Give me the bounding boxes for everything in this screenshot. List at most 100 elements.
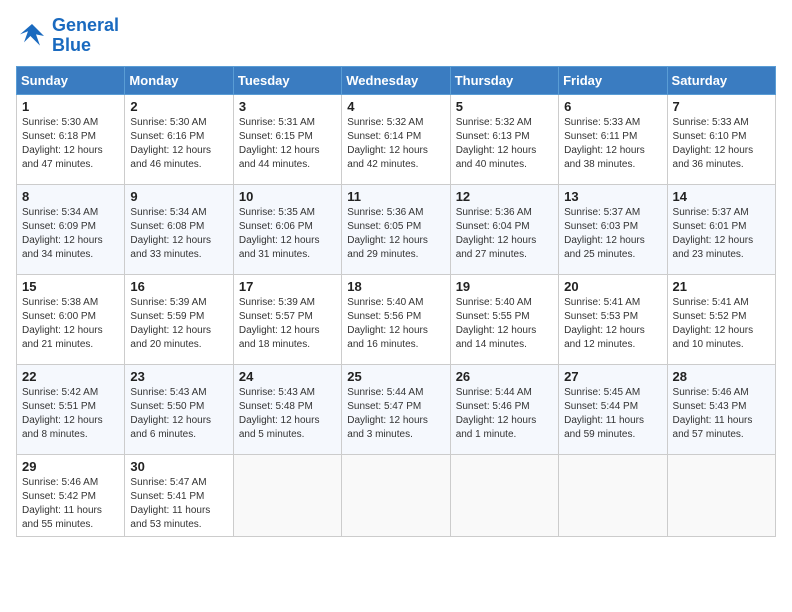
calendar-cell	[559, 454, 667, 536]
calendar-cell: 26 Sunrise: 5:44 AMSunset: 5:46 PMDayligh…	[450, 364, 558, 454]
day-number: 6	[564, 99, 661, 114]
calendar-cell: 28 Sunrise: 5:46 AMSunset: 5:43 PMDayligh…	[667, 364, 775, 454]
day-info: Sunrise: 5:34 AMSunset: 6:08 PMDaylight:…	[130, 206, 227, 262]
calendar-cell: 29 Sunrise: 5:46 AMSunset: 5:42 PMDayligh…	[17, 454, 125, 536]
calendar-cell: 27 Sunrise: 5:45 AMSunset: 5:44 PMDayligh…	[559, 364, 667, 454]
day-info: Sunrise: 5:40 AMSunset: 5:55 PMDaylight:…	[456, 296, 553, 352]
day-info: Sunrise: 5:43 AMSunset: 5:50 PMDaylight:…	[130, 386, 227, 442]
day-number: 8	[22, 189, 119, 204]
day-number: 27	[564, 369, 661, 384]
calendar-cell: 7 Sunrise: 5:33 AMSunset: 6:10 PMDaylight…	[667, 94, 775, 184]
calendar-week-row: 1Sunrise: 5:30 AMSunset: 6:18 PMDaylight…	[17, 94, 776, 184]
day-of-week-header: Monday	[125, 66, 233, 94]
day-info: Sunrise: 5:41 AMSunset: 5:52 PMDaylight:…	[673, 296, 770, 352]
day-info: Sunrise: 5:43 AMSunset: 5:48 PMDaylight:…	[239, 386, 336, 442]
day-number: 29	[22, 459, 119, 474]
calendar-cell: 9 Sunrise: 5:34 AMSunset: 6:08 PMDaylight…	[125, 184, 233, 274]
day-info: Sunrise: 5:34 AMSunset: 6:09 PMDaylight:…	[22, 206, 119, 262]
day-info: Sunrise: 5:46 AMSunset: 5:43 PMDaylight:…	[673, 386, 770, 442]
calendar-cell: 16 Sunrise: 5:39 AMSunset: 5:59 PMDayligh…	[125, 274, 233, 364]
calendar-cell	[450, 454, 558, 536]
day-number: 16	[130, 279, 227, 294]
day-info: Sunrise: 5:30 AMSunset: 6:18 PMDaylight:…	[22, 116, 119, 172]
day-info: Sunrise: 5:37 AMSunset: 6:01 PMDaylight:…	[673, 206, 770, 262]
calendar-cell: 10 Sunrise: 5:35 AMSunset: 6:06 PMDayligh…	[233, 184, 341, 274]
day-number: 26	[456, 369, 553, 384]
day-number: 9	[130, 189, 227, 204]
day-number: 13	[564, 189, 661, 204]
calendar-cell	[667, 454, 775, 536]
day-number: 3	[239, 99, 336, 114]
days-of-week-row: SundayMondayTuesdayWednesdayThursdayFrid…	[17, 66, 776, 94]
day-of-week-header: Tuesday	[233, 66, 341, 94]
calendar-cell: 21 Sunrise: 5:41 AMSunset: 5:52 PMDayligh…	[667, 274, 775, 364]
day-info: Sunrise: 5:32 AMSunset: 6:14 PMDaylight:…	[347, 116, 444, 172]
calendar-cell: 2 Sunrise: 5:30 AMSunset: 6:16 PMDaylight…	[125, 94, 233, 184]
calendar-cell: 13 Sunrise: 5:37 AMSunset: 6:03 PMDayligh…	[559, 184, 667, 274]
day-info: Sunrise: 5:36 AMSunset: 6:04 PMDaylight:…	[456, 206, 553, 262]
day-info: Sunrise: 5:33 AMSunset: 6:11 PMDaylight:…	[564, 116, 661, 172]
day-of-week-header: Wednesday	[342, 66, 450, 94]
day-number: 19	[456, 279, 553, 294]
calendar-cell: 8 Sunrise: 5:34 AMSunset: 6:09 PMDaylight…	[17, 184, 125, 274]
day-number: 11	[347, 189, 444, 204]
day-info: Sunrise: 5:47 AMSunset: 5:41 PMDaylight:…	[130, 476, 227, 532]
calendar-cell: 23 Sunrise: 5:43 AMSunset: 5:50 PMDayligh…	[125, 364, 233, 454]
day-number: 22	[22, 369, 119, 384]
day-info: Sunrise: 5:30 AMSunset: 6:16 PMDaylight:…	[130, 116, 227, 172]
logo: General Blue	[16, 16, 119, 56]
day-number: 25	[347, 369, 444, 384]
calendar-cell: 14 Sunrise: 5:37 AMSunset: 6:01 PMDayligh…	[667, 184, 775, 274]
calendar-cell: 24 Sunrise: 5:43 AMSunset: 5:48 PMDayligh…	[233, 364, 341, 454]
day-number: 18	[347, 279, 444, 294]
day-number: 10	[239, 189, 336, 204]
day-info: Sunrise: 5:39 AMSunset: 5:59 PMDaylight:…	[130, 296, 227, 352]
day-of-week-header: Saturday	[667, 66, 775, 94]
day-number: 28	[673, 369, 770, 384]
day-number: 12	[456, 189, 553, 204]
day-number: 15	[22, 279, 119, 294]
calendar-cell: 4 Sunrise: 5:32 AMSunset: 6:14 PMDaylight…	[342, 94, 450, 184]
calendar-cell	[233, 454, 341, 536]
header: General Blue	[16, 16, 776, 56]
calendar-cell: 22 Sunrise: 5:42 AMSunset: 5:51 PMDayligh…	[17, 364, 125, 454]
day-info: Sunrise: 5:42 AMSunset: 5:51 PMDaylight:…	[22, 386, 119, 442]
calendar-cell: 17 Sunrise: 5:39 AMSunset: 5:57 PMDayligh…	[233, 274, 341, 364]
day-number: 17	[239, 279, 336, 294]
calendar-cell: 3Sunrise: 5:31 AMSunset: 6:15 PMDaylight…	[233, 94, 341, 184]
day-info: Sunrise: 5:35 AMSunset: 6:06 PMDaylight:…	[239, 206, 336, 262]
calendar-cell	[342, 454, 450, 536]
day-number: 14	[673, 189, 770, 204]
calendar-cell: 20Sunrise: 5:41 AMSunset: 5:53 PMDayligh…	[559, 274, 667, 364]
calendar-cell: 25 Sunrise: 5:44 AMSunset: 5:47 PMDayligh…	[342, 364, 450, 454]
day-number: 2	[130, 99, 227, 114]
logo-text: General Blue	[52, 16, 119, 56]
calendar-week-row: 22 Sunrise: 5:42 AMSunset: 5:51 PMDayligh…	[17, 364, 776, 454]
day-info: Sunrise: 5:37 AMSunset: 6:03 PMDaylight:…	[564, 206, 661, 262]
day-of-week-header: Thursday	[450, 66, 558, 94]
day-number: 23	[130, 369, 227, 384]
calendar-cell: 5 Sunrise: 5:32 AMSunset: 6:13 PMDaylight…	[450, 94, 558, 184]
day-number: 4	[347, 99, 444, 114]
day-info: Sunrise: 5:32 AMSunset: 6:13 PMDaylight:…	[456, 116, 553, 172]
day-info: Sunrise: 5:44 AMSunset: 5:47 PMDaylight:…	[347, 386, 444, 442]
day-info: Sunrise: 5:44 AMSunset: 5:46 PMDaylight:…	[456, 386, 553, 442]
day-info: Sunrise: 5:46 AMSunset: 5:42 PMDaylight:…	[22, 476, 119, 532]
day-info: Sunrise: 5:33 AMSunset: 6:10 PMDaylight:…	[673, 116, 770, 172]
day-number: 7	[673, 99, 770, 114]
calendar-cell: 11Sunrise: 5:36 AMSunset: 6:05 PMDayligh…	[342, 184, 450, 274]
day-number: 24	[239, 369, 336, 384]
day-info: Sunrise: 5:45 AMSunset: 5:44 PMDaylight:…	[564, 386, 661, 442]
calendar-cell: 18Sunrise: 5:40 AMSunset: 5:56 PMDayligh…	[342, 274, 450, 364]
day-number: 21	[673, 279, 770, 294]
calendar-cell: 1Sunrise: 5:30 AMSunset: 6:18 PMDaylight…	[17, 94, 125, 184]
day-info: Sunrise: 5:39 AMSunset: 5:57 PMDaylight:…	[239, 296, 336, 352]
calendar-table: SundayMondayTuesdayWednesdayThursdayFrid…	[16, 66, 776, 537]
day-number: 5	[456, 99, 553, 114]
day-info: Sunrise: 5:41 AMSunset: 5:53 PMDaylight:…	[564, 296, 661, 352]
day-number: 30	[130, 459, 227, 474]
calendar-week-row: 29 Sunrise: 5:46 AMSunset: 5:42 PMDayligh…	[17, 454, 776, 536]
calendar-cell: 15Sunrise: 5:38 AMSunset: 6:00 PMDayligh…	[17, 274, 125, 364]
calendar-cell: 30 Sunrise: 5:47 AMSunset: 5:41 PMDayligh…	[125, 454, 233, 536]
day-of-week-header: Sunday	[17, 66, 125, 94]
